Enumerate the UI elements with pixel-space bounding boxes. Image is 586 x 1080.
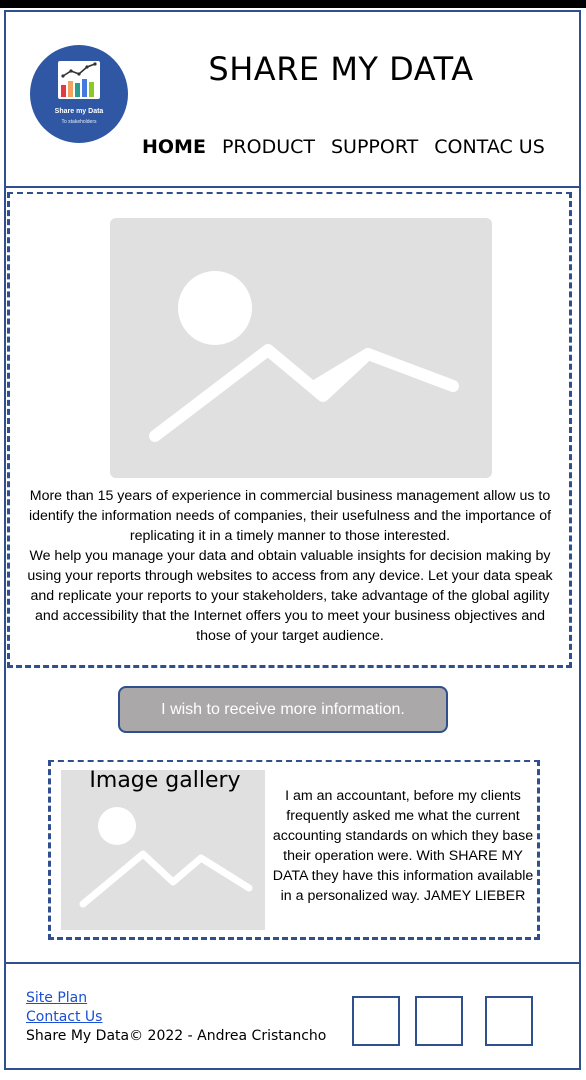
social-icon[interactable]	[352, 996, 400, 1046]
nav-home[interactable]: HOME	[142, 136, 206, 158]
site-plan-link[interactable]: Site Plan	[26, 990, 87, 1006]
hero-paragraph-2: We help you manage your data and obtain …	[27, 548, 553, 644]
logo[interactable]: Share my Data To stakeholders	[30, 45, 128, 143]
testimonial-section: Image gallery I am an accountant, before…	[48, 760, 540, 940]
nav-support[interactable]: SUPPORT	[331, 136, 418, 158]
contact-us-link[interactable]: Contact Us	[26, 1009, 102, 1025]
social-icon[interactable]	[415, 996, 463, 1046]
main-nav: HOME PRODUCT SUPPORT CONTAC US	[142, 136, 561, 158]
testimonial-text: I am an accountant, before my clients fr…	[272, 788, 534, 904]
hero-paragraph-1: More than 15 years of experience in comm…	[28, 488, 552, 544]
logo-name: Share my Data	[54, 108, 104, 115]
more-info-button[interactable]: I wish to receive more information.	[118, 686, 448, 733]
copyright: Share My Data© 2022 - Andrea Cristancho	[26, 1028, 327, 1044]
site-footer: Site Plan Contact Us Share My Data© 2022…	[4, 962, 581, 1070]
hero-section: More than 15 years of experience in comm…	[7, 192, 572, 668]
bar-chart-icon	[58, 61, 100, 99]
logo-tagline: To stakeholders	[61, 119, 97, 125]
image-gallery[interactable]	[61, 770, 265, 930]
image-placeholder-icon	[79, 807, 253, 908]
nav-contact[interactable]: CONTAC US	[434, 136, 545, 158]
social-icon[interactable]	[485, 996, 533, 1046]
site-header: Share my Data To stakeholders SHARE MY D…	[4, 10, 581, 188]
image-placeholder-icon	[110, 218, 492, 478]
hero-text: More than 15 years of experience in comm…	[22, 486, 558, 646]
nav-product[interactable]: PRODUCT	[222, 136, 315, 158]
gallery-title: Image gallery	[89, 768, 241, 793]
top-bar	[0, 0, 586, 8]
site-title: SHARE MY DATA	[208, 50, 474, 88]
